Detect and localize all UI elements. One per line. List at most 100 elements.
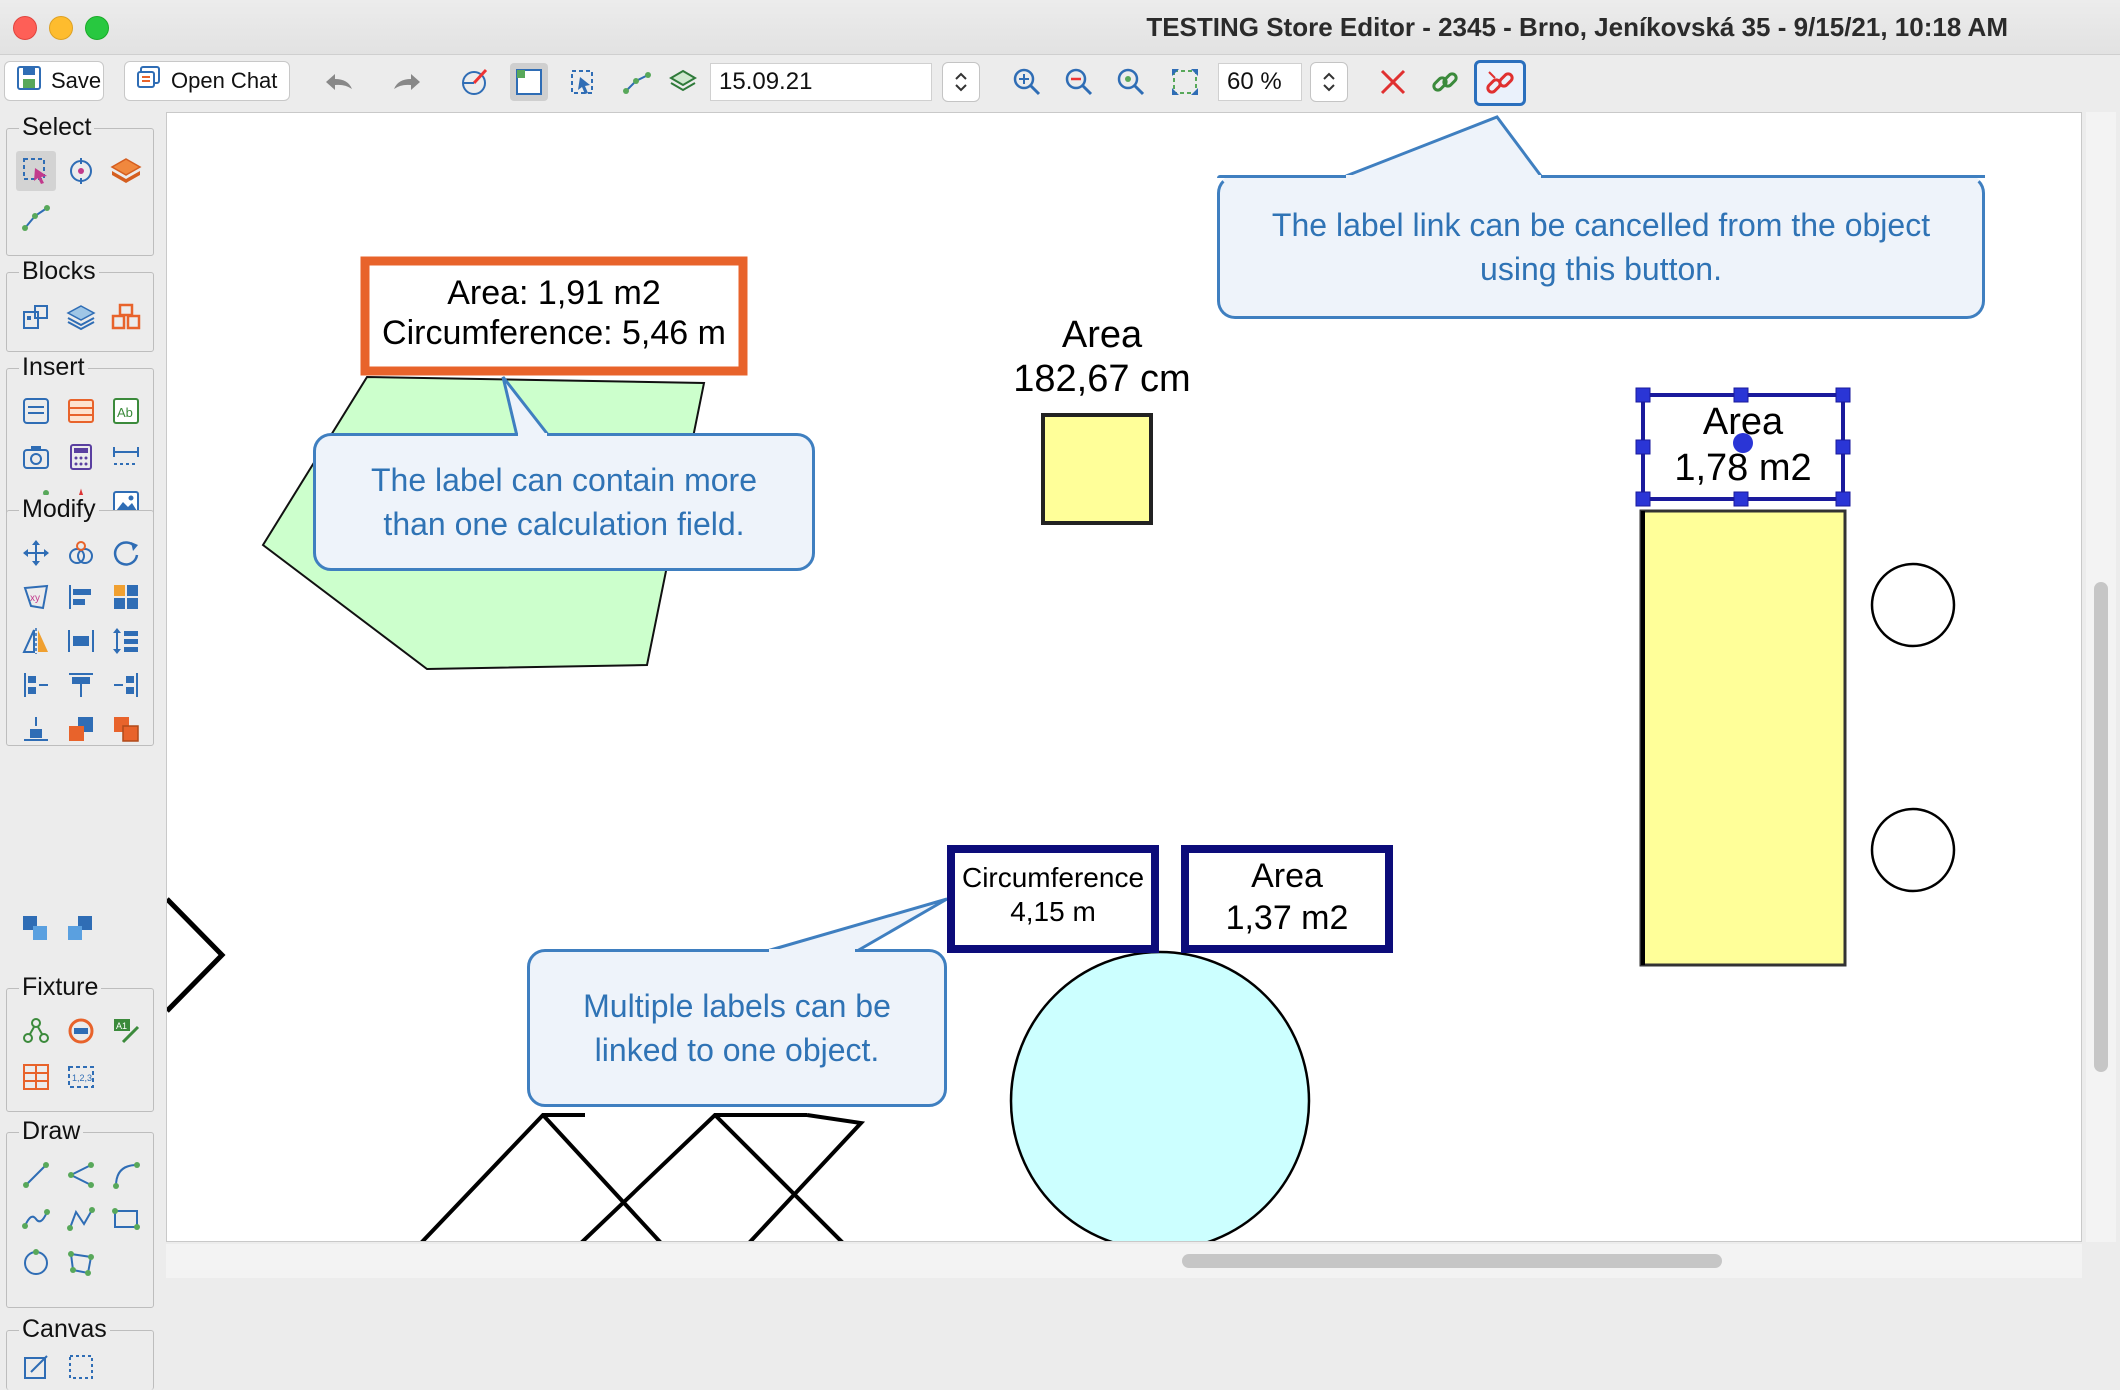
zoom-input[interactable] <box>1218 63 1302 101</box>
align-to-top-icon[interactable] <box>61 665 101 705</box>
block-insert-icon[interactable] <box>16 297 56 337</box>
zoom-out-icon[interactable] <box>1060 63 1098 101</box>
date-input[interactable] <box>710 63 932 101</box>
redo-icon[interactable] <box>388 63 426 101</box>
cyan-circle[interactable] <box>1009 950 1311 1242</box>
small-circle-top[interactable] <box>1870 562 1956 648</box>
block-layers-icon[interactable] <box>61 297 101 337</box>
canvas-group-label: Canvas <box>19 1315 110 1344</box>
fixture-cycle-icon[interactable] <box>61 1011 101 1051</box>
align-to-left-icon[interactable] <box>16 665 56 705</box>
small-circle-bottom[interactable] <box>1870 807 1956 893</box>
select-frame-icon[interactable] <box>564 63 602 101</box>
callout-multi-field-text: The label can contain more than one calc… <box>371 462 757 542</box>
lattice-shape[interactable] <box>420 1113 866 1242</box>
svg-text:A1: A1 <box>116 1021 127 1031</box>
draw-circle-icon[interactable] <box>16 1243 56 1283</box>
bring-front-icon[interactable] <box>61 709 101 749</box>
node-select-icon[interactable] <box>16 197 56 237</box>
selected-label-line1: Area <box>1702 401 1784 443</box>
draw-arc-icon[interactable] <box>106 1155 146 1195</box>
insert-list-icon[interactable] <box>16 391 56 431</box>
distribute-icon[interactable] <box>106 577 146 617</box>
insert-text-icon[interactable]: Ab <box>106 391 146 431</box>
zoom-in-icon[interactable] <box>1008 63 1046 101</box>
zoom-fit-icon[interactable] <box>1112 63 1150 101</box>
mirror-icon[interactable] <box>16 621 56 661</box>
zoom-all-icon[interactable] <box>1166 63 1204 101</box>
close-window-button[interactable] <box>13 16 37 40</box>
selected-label-line2: 1,78 m2 <box>1674 447 1812 489</box>
tool-palette: Select Blocks Insert Ab Modify xy Fixtur… <box>0 112 162 1390</box>
link-icon[interactable] <box>1426 63 1464 101</box>
measure-angle-icon[interactable] <box>456 63 494 101</box>
fixture-hierarchy-icon[interactable] <box>16 1011 56 1051</box>
date-spinner[interactable] <box>942 62 980 102</box>
fixture-numbering-icon[interactable]: 1,2,3 <box>61 1057 101 1097</box>
orange-label-text: Area: 1,91 m2 Circumference: 5,46 m <box>367 273 741 353</box>
stretch-horizontal-icon[interactable] <box>61 621 101 661</box>
unlink-label-button[interactable] <box>1474 60 1526 106</box>
group-objects-icon[interactable] <box>15 908 55 948</box>
svg-text:Ab: Ab <box>117 405 133 420</box>
circumference-label-line2: 4,15 m <box>1010 896 1096 927</box>
drawing-canvas[interactable]: Area: 1,91 m2 Circumference: 5,46 m Area… <box>166 112 2082 1242</box>
align-to-right-icon[interactable] <box>106 665 146 705</box>
yellow-rectangle[interactable] <box>1639 509 1847 967</box>
draw-polyline-icon[interactable] <box>61 1155 101 1195</box>
insert-table-icon[interactable] <box>61 391 101 431</box>
rotate-icon[interactable] <box>106 533 146 573</box>
square-label-line1: Area <box>1061 314 1143 356</box>
insert-calculator-icon[interactable] <box>61 437 101 477</box>
ungroup-objects-icon[interactable] <box>60 908 100 948</box>
stretch-vertical-icon[interactable] <box>106 621 146 661</box>
draw-zigzag-icon[interactable] <box>61 1199 101 1239</box>
node-edit-icon[interactable] <box>618 63 656 101</box>
horizontal-scrollbar[interactable] <box>166 1244 2082 1278</box>
point-select-icon[interactable] <box>61 151 101 191</box>
yellow-square[interactable] <box>1041 413 1153 525</box>
align-left-icon[interactable] <box>61 577 101 617</box>
copy-icon[interactable] <box>61 533 101 573</box>
blocks-group: Blocks <box>6 257 154 352</box>
send-back-icon[interactable] <box>106 709 146 749</box>
minimize-window-button[interactable] <box>49 16 73 40</box>
move-icon[interactable] <box>16 533 56 573</box>
insert-dimension-icon[interactable] <box>106 437 146 477</box>
draw-curve-icon[interactable] <box>16 1199 56 1239</box>
fixture-edit-icon[interactable]: A1 <box>106 1011 146 1051</box>
zoom-window-button[interactable] <box>85 16 109 40</box>
orange-label-line2: Circumference: 5,46 m <box>382 314 726 352</box>
zoom-spinner[interactable] <box>1310 62 1348 102</box>
draw-line-icon[interactable] <box>16 1155 56 1195</box>
draw-polygon-icon[interactable] <box>61 1243 101 1283</box>
draw-rectangle-icon[interactable] <box>106 1199 146 1239</box>
save-button[interactable]: Save <box>4 61 104 101</box>
selected-label-text: Area 1,78 m2 <box>1645 399 1841 491</box>
scale-icon[interactable]: xy <box>16 577 56 617</box>
frame-view-icon[interactable] <box>510 63 548 101</box>
draw-group: Draw <box>6 1117 154 1308</box>
undo-icon[interactable] <box>320 63 358 101</box>
fixture-shelves-icon[interactable] <box>16 1057 56 1097</box>
open-chat-button[interactable]: Open Chat <box>124 61 290 101</box>
callout-multi-label-joint <box>769 949 855 953</box>
canvas-frame-icon[interactable] <box>16 1349 56 1385</box>
horizontal-scroll-thumb[interactable] <box>1182 1254 1722 1268</box>
vertical-scroll-thumb[interactable] <box>2094 582 2108 1072</box>
drop-to-floor-icon[interactable] <box>16 709 56 749</box>
canvas-grid-icon[interactable] <box>61 1349 101 1385</box>
area-label-text: Area 1,37 m2 <box>1189 855 1385 939</box>
partial-chevron-shape[interactable] <box>167 897 226 1013</box>
rect-select-icon[interactable] <box>16 151 56 191</box>
insert-camera-icon[interactable] <box>16 437 56 477</box>
modify-group-label: Modify <box>19 495 99 524</box>
fixture-group: Fixture A1 1,2,3 <box>6 973 154 1112</box>
circumference-label-line1: Circumference <box>961 862 1145 893</box>
block-group-icon[interactable] <box>106 297 146 337</box>
delete-icon[interactable] <box>1374 63 1412 101</box>
open-chat-button-label: Open Chat <box>171 68 278 93</box>
vertical-scrollbar[interactable] <box>2086 112 2116 1242</box>
layers-icon[interactable] <box>664 63 702 101</box>
layer-select-icon[interactable] <box>106 151 146 191</box>
